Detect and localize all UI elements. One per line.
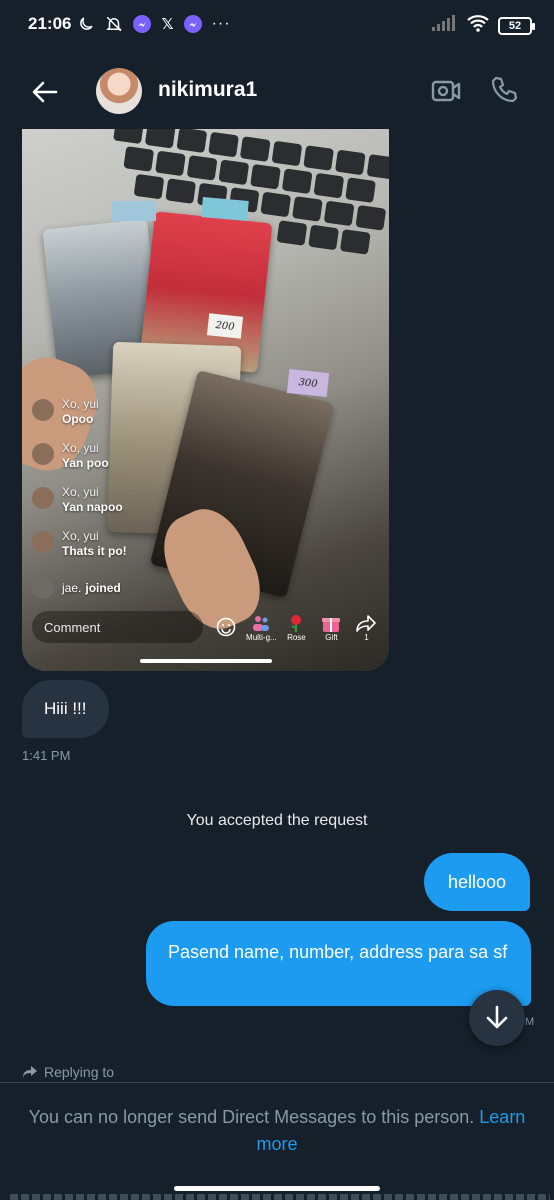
sticky-note-blue-2 xyxy=(201,197,249,221)
live-comment-item: Xo, yui Thats it po! xyxy=(32,529,232,573)
commenter-avatar xyxy=(32,443,54,465)
outgoing-message-bubble[interactable]: Pasend name, number, address para sa sf xyxy=(146,921,531,1006)
incoming-message-bubble[interactable]: Hiii !!! xyxy=(22,680,109,738)
live-comment-item: Xo, yui Yan napoo xyxy=(32,485,232,529)
comment-text: Yan poo xyxy=(62,456,109,470)
commenter-name: Xo, yui xyxy=(62,485,99,499)
video-call-button[interactable] xyxy=(430,76,462,106)
moon-icon xyxy=(77,15,95,33)
conversation-header: nikimura1 xyxy=(0,60,554,122)
commenter-name: Xo, yui xyxy=(62,529,99,543)
dm-conversation-screen: 21:06 𝕏 ··· 52 nikimura1 200 300 Xo, yui… xyxy=(0,0,554,1200)
arrow-down-icon xyxy=(486,1005,508,1029)
comment-text: Opoo xyxy=(62,412,94,426)
share-count: 1 xyxy=(364,632,369,642)
live-action-bar: Comment Multi-g... Rose Gift 1 xyxy=(32,611,382,643)
message-timestamp: 1:41 PM xyxy=(22,748,71,763)
live-comment-item: Xo, yui Opoo xyxy=(32,397,232,441)
commenter-avatar xyxy=(32,399,54,421)
commenter-avatar xyxy=(32,487,54,509)
price-tag-300: 300 xyxy=(286,368,330,398)
gift-button: Gift xyxy=(316,613,347,642)
gift-label: Gift xyxy=(325,632,338,642)
commenter-name: Xo, yui xyxy=(62,441,99,455)
conversation-username[interactable]: nikimura1 xyxy=(158,78,257,102)
outgoing-message-bubble[interactable]: hellooo xyxy=(423,853,530,911)
messenger-icon xyxy=(133,15,152,33)
emoji-button xyxy=(211,617,242,637)
video-camera-icon xyxy=(431,80,461,102)
rose-label: Rose xyxy=(287,632,306,642)
price-tag-200: 200 xyxy=(206,313,244,339)
composer-divider xyxy=(0,1082,554,1083)
status-time: 21:06 xyxy=(28,14,72,33)
live-comments: Xo, yui Opoo Xo, yui Yan poo Xo, yui Yan na… xyxy=(32,397,232,603)
replying-to-label: Replying to xyxy=(44,1064,115,1080)
comment-input: Comment xyxy=(32,611,203,643)
more-notifications-icon: ··· xyxy=(211,15,231,32)
request-accepted-notice: You accepted the request xyxy=(186,812,368,829)
commenter-avatar xyxy=(32,531,54,553)
wifi-icon xyxy=(466,13,490,38)
media-home-indicator xyxy=(140,659,272,663)
shared-media-card[interactable]: 200 300 Xo, yui Opoo Xo, yui Yan poo Xo, y… xyxy=(22,129,389,671)
phone-icon xyxy=(491,76,518,103)
back-button[interactable] xyxy=(30,77,60,107)
voice-call-button[interactable] xyxy=(488,74,520,106)
commenter-name: Xo, yui xyxy=(62,397,99,411)
status-bar: 21:06 𝕏 ··· 52 xyxy=(0,0,554,48)
bell-muted-icon xyxy=(105,15,123,33)
rose-icon xyxy=(285,613,307,633)
replying-to-indicator: Replying to xyxy=(22,1064,114,1080)
back-arrow-icon xyxy=(32,81,58,103)
join-action: joined xyxy=(85,581,121,595)
joiner-name: jae. xyxy=(62,581,82,595)
comment-text: Yan napoo xyxy=(62,500,123,514)
dm-disabled-text: You can no longer send Direct Messages t… xyxy=(28,1107,475,1127)
home-indicator[interactable] xyxy=(174,1186,380,1191)
cropped-text-row xyxy=(10,1194,550,1200)
dm-disabled-notice: You can no longer send Direct Messages t… xyxy=(20,1104,534,1158)
rose-button: Rose xyxy=(281,613,312,642)
live-comment-item: Xo, yui Yan poo xyxy=(32,441,232,485)
emoji-icon xyxy=(217,617,236,637)
multi-guest-icon xyxy=(250,613,272,633)
scroll-to-bottom-button[interactable] xyxy=(469,990,525,1046)
gift-icon xyxy=(320,613,342,633)
signal-icon xyxy=(432,14,458,37)
wave-icon xyxy=(32,577,54,599)
multi-guest-button: Multi-g... xyxy=(246,613,277,642)
messenger-icon-2 xyxy=(183,15,202,33)
status-right: 52 xyxy=(432,13,535,38)
avatar[interactable] xyxy=(96,68,142,114)
multi-guest-label: Multi-g... xyxy=(246,632,277,642)
x-app-icon: 𝕏 xyxy=(161,16,174,33)
share-button: 1 xyxy=(351,613,382,642)
message-meta: M xyxy=(525,1016,535,1028)
join-notice: jae. joined xyxy=(32,573,232,603)
sticky-note-blue-1 xyxy=(112,201,156,221)
share-arrow-icon xyxy=(355,613,377,633)
reply-arrow-icon xyxy=(23,1066,37,1078)
battery-indicator: 52 xyxy=(498,16,535,35)
comment-text: Thats it po! xyxy=(62,544,127,558)
